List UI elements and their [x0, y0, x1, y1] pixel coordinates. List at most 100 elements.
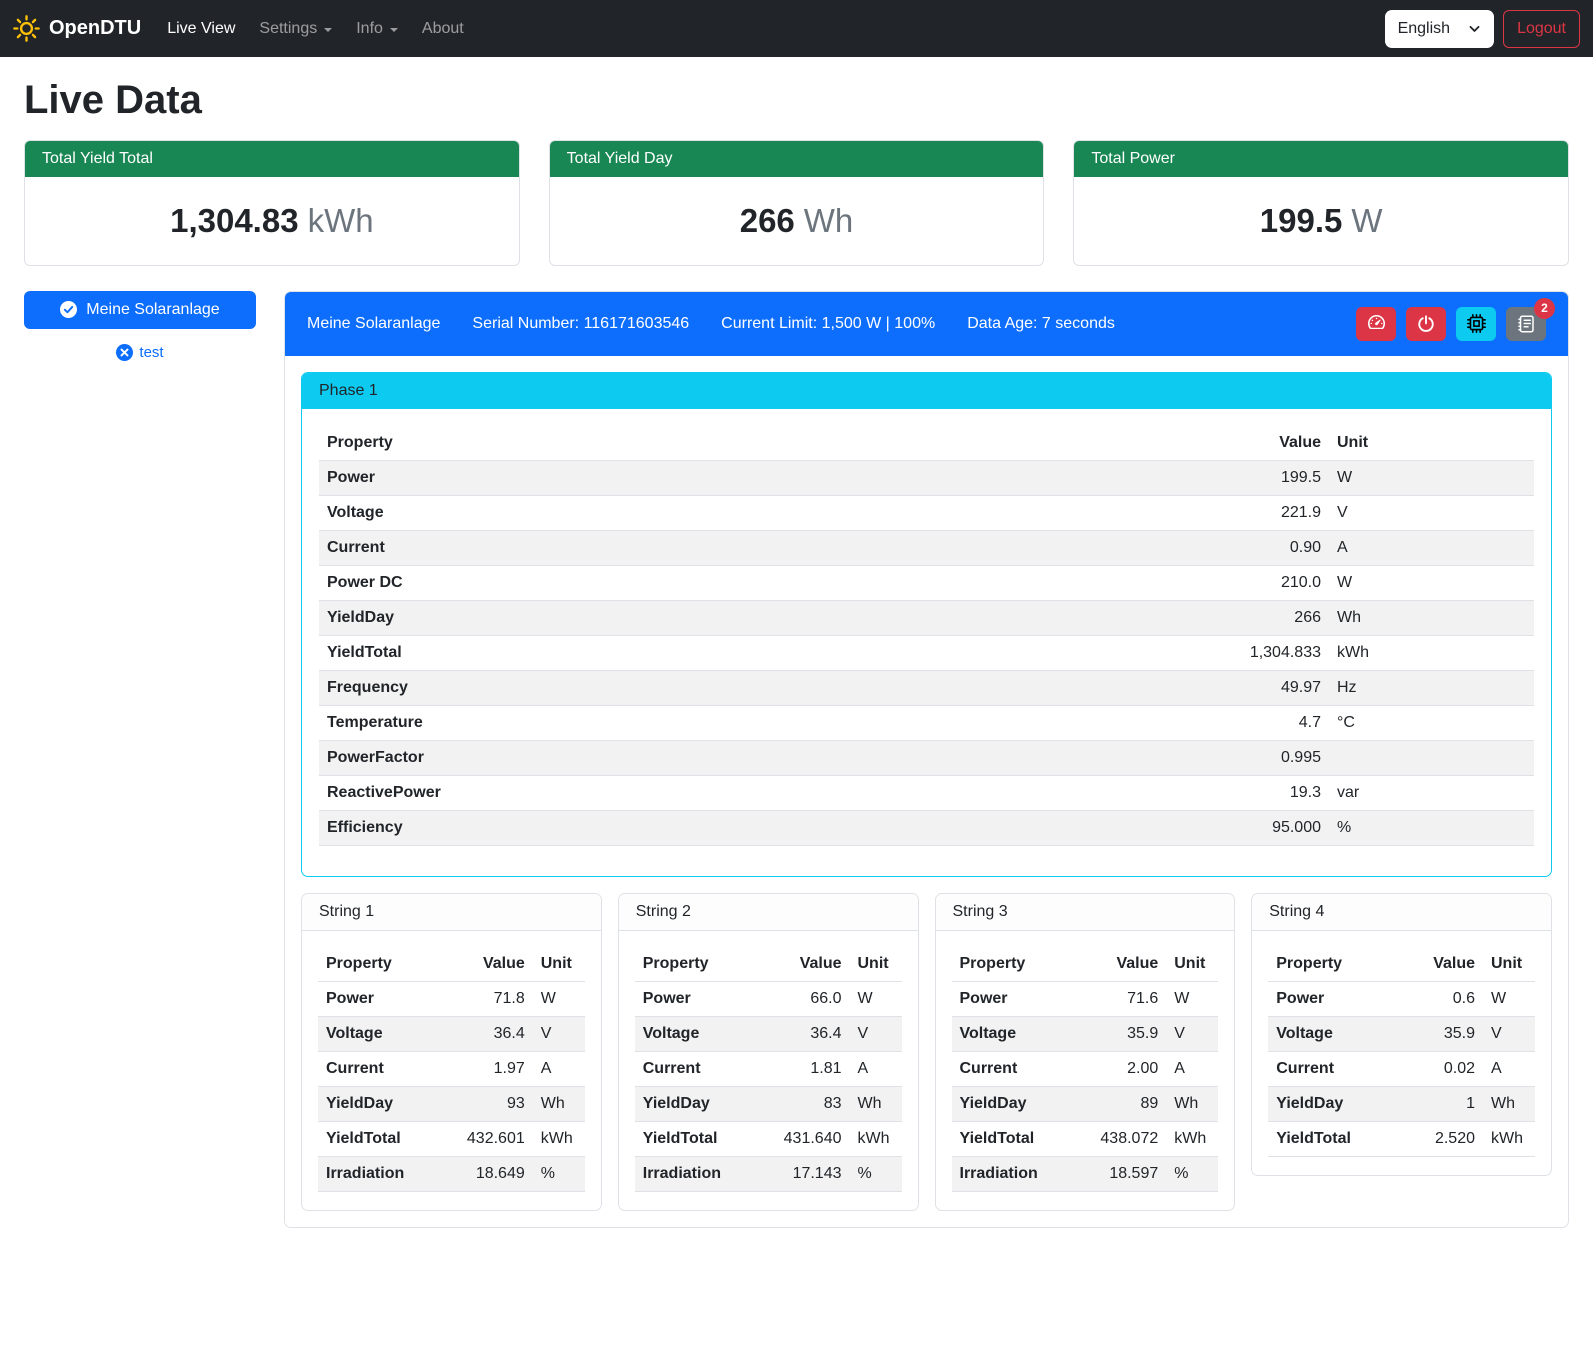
unit-cell: % — [533, 1156, 585, 1191]
check-circle-icon — [60, 301, 77, 318]
brand[interactable]: OpenDTU — [13, 15, 141, 42]
table-row: Frequency49.97Hz — [319, 670, 1534, 705]
nav-links: Live View Settings Info About — [159, 12, 1384, 46]
speedometer-icon — [1366, 313, 1387, 334]
sidebar-item-test[interactable]: test — [24, 344, 256, 361]
nav-item-info[interactable]: Info — [348, 12, 406, 46]
logout-button[interactable]: Logout — [1503, 10, 1580, 48]
summary-cards-row: Total Yield Total 1,304.83kWh Total Yiel… — [24, 140, 1569, 266]
property-cell: YieldTotal — [318, 1121, 449, 1156]
card-body: 1,304.83kWh — [25, 177, 519, 265]
table-header-row: Property Value Unit — [318, 947, 585, 982]
language-select[interactable]: English — [1385, 10, 1494, 48]
value-cell: 1 — [1399, 1086, 1483, 1121]
card-body: 199.5W — [1074, 177, 1568, 265]
property-cell: Power — [319, 460, 1199, 495]
value-cell: 36.4 — [449, 1016, 533, 1051]
unit-cell — [1329, 740, 1534, 775]
value-cell: 199.5 — [1199, 460, 1329, 495]
column-header-unit: Unit — [533, 947, 585, 982]
value-cell: 1,304.833 — [1199, 635, 1329, 670]
value-cell: 0.6 — [1399, 981, 1483, 1016]
property-cell: YieldTotal — [635, 1121, 766, 1156]
property-cell: Irradiation — [635, 1156, 766, 1191]
property-cell: Irradiation — [952, 1156, 1083, 1191]
nav-item-settings[interactable]: Settings — [251, 12, 340, 46]
total-power-card: Total Power 199.5W — [1073, 140, 1569, 266]
unit-cell: var — [1329, 775, 1534, 810]
string-card-body: Property Value Unit Power66.0WVoltage36.… — [619, 931, 918, 1210]
table-row: Efficiency95.000% — [319, 810, 1534, 845]
inverter-name: Meine Solaranlage — [307, 315, 440, 333]
nav-item-live-view[interactable]: Live View — [159, 12, 243, 46]
value-cell: 4.7 — [1199, 705, 1329, 740]
table-row: Power DC210.0W — [319, 565, 1534, 600]
inverter-data-age: Data Age: 7 seconds — [967, 315, 1115, 333]
sun-icon — [13, 15, 40, 42]
property-cell: YieldDay — [635, 1086, 766, 1121]
table-row: Current0.02A — [1268, 1051, 1535, 1086]
property-cell: Current — [319, 530, 1199, 565]
table-row: YieldDay1Wh — [1268, 1086, 1535, 1121]
table-row: PowerFactor0.995 — [319, 740, 1534, 775]
string-3-card: String 3 Property Value Unit Power71.6WV… — [935, 893, 1236, 1211]
table-row: YieldDay266Wh — [319, 600, 1534, 635]
value-cell: 1.81 — [766, 1051, 850, 1086]
property-cell: YieldTotal — [319, 635, 1199, 670]
phase-table: Property Value Unit Power199.5WVoltage22… — [319, 426, 1534, 846]
value-cell: 49.97 — [1199, 670, 1329, 705]
table-row: ReactivePower19.3var — [319, 775, 1534, 810]
property-cell: YieldDay — [319, 600, 1199, 635]
value-cell: 35.9 — [1082, 1016, 1166, 1051]
unit-cell: % — [850, 1156, 902, 1191]
nav-item-about[interactable]: About — [414, 12, 472, 46]
table-header-row: Property Value Unit — [319, 426, 1534, 461]
table-row: Power0.6W — [1268, 981, 1535, 1016]
value-cell: 93 — [449, 1086, 533, 1121]
property-cell: YieldTotal — [952, 1121, 1083, 1156]
value-cell: 18.649 — [449, 1156, 533, 1191]
total-yield-total-unit: kWh — [308, 202, 374, 239]
property-cell: PowerFactor — [319, 740, 1199, 775]
value-cell: 221.9 — [1199, 495, 1329, 530]
top-navbar: OpenDTU Live View Settings Info About En… — [0, 0, 1593, 57]
inverter-header: Meine Solaranlage Serial Number: 1161716… — [285, 292, 1568, 356]
unit-cell: kWh — [1166, 1121, 1218, 1156]
unit-cell: W — [1329, 460, 1534, 495]
power-toggle-button[interactable] — [1406, 307, 1446, 341]
table-row: Power66.0W — [635, 981, 902, 1016]
event-log-button[interactable]: 2 — [1506, 307, 1546, 341]
phase-panel-header: Phase 1 — [302, 373, 1551, 409]
unit-cell: V — [1329, 495, 1534, 530]
property-cell: Current — [1268, 1051, 1399, 1086]
unit-cell: % — [1329, 810, 1534, 845]
string-card-header: String 3 — [936, 894, 1235, 931]
sidebar-item-meine-solaranlage[interactable]: Meine Solaranlage — [24, 291, 256, 329]
value-cell: 2.520 — [1399, 1121, 1483, 1156]
unit-cell: % — [1166, 1156, 1218, 1191]
property-cell: Power — [635, 981, 766, 1016]
column-header-value: Value — [1082, 947, 1166, 982]
unit-cell: A — [533, 1051, 585, 1086]
table-row: Voltage36.4V — [635, 1016, 902, 1051]
property-cell: Voltage — [1268, 1016, 1399, 1051]
table-row: YieldDay83Wh — [635, 1086, 902, 1121]
value-cell: 2.00 — [1082, 1051, 1166, 1086]
device-info-button[interactable] — [1456, 307, 1496, 341]
cpu-chip-icon — [1466, 313, 1487, 334]
table-row: YieldTotal2.520kWh — [1268, 1121, 1535, 1156]
unit-cell: Wh — [850, 1086, 902, 1121]
value-cell: 432.601 — [449, 1121, 533, 1156]
value-cell: 36.4 — [766, 1016, 850, 1051]
property-cell: Voltage — [635, 1016, 766, 1051]
value-cell: 89 — [1082, 1086, 1166, 1121]
string-card-body: Property Value Unit Power71.6WVoltage35.… — [936, 931, 1235, 1210]
limit-settings-button[interactable] — [1356, 307, 1396, 341]
property-cell: YieldDay — [318, 1086, 449, 1121]
unit-cell: W — [1329, 565, 1534, 600]
property-cell: Frequency — [319, 670, 1199, 705]
unit-cell: Wh — [1483, 1086, 1535, 1121]
chevron-down-icon — [324, 28, 332, 32]
table-row: Irradiation18.649% — [318, 1156, 585, 1191]
table-row: YieldDay93Wh — [318, 1086, 585, 1121]
